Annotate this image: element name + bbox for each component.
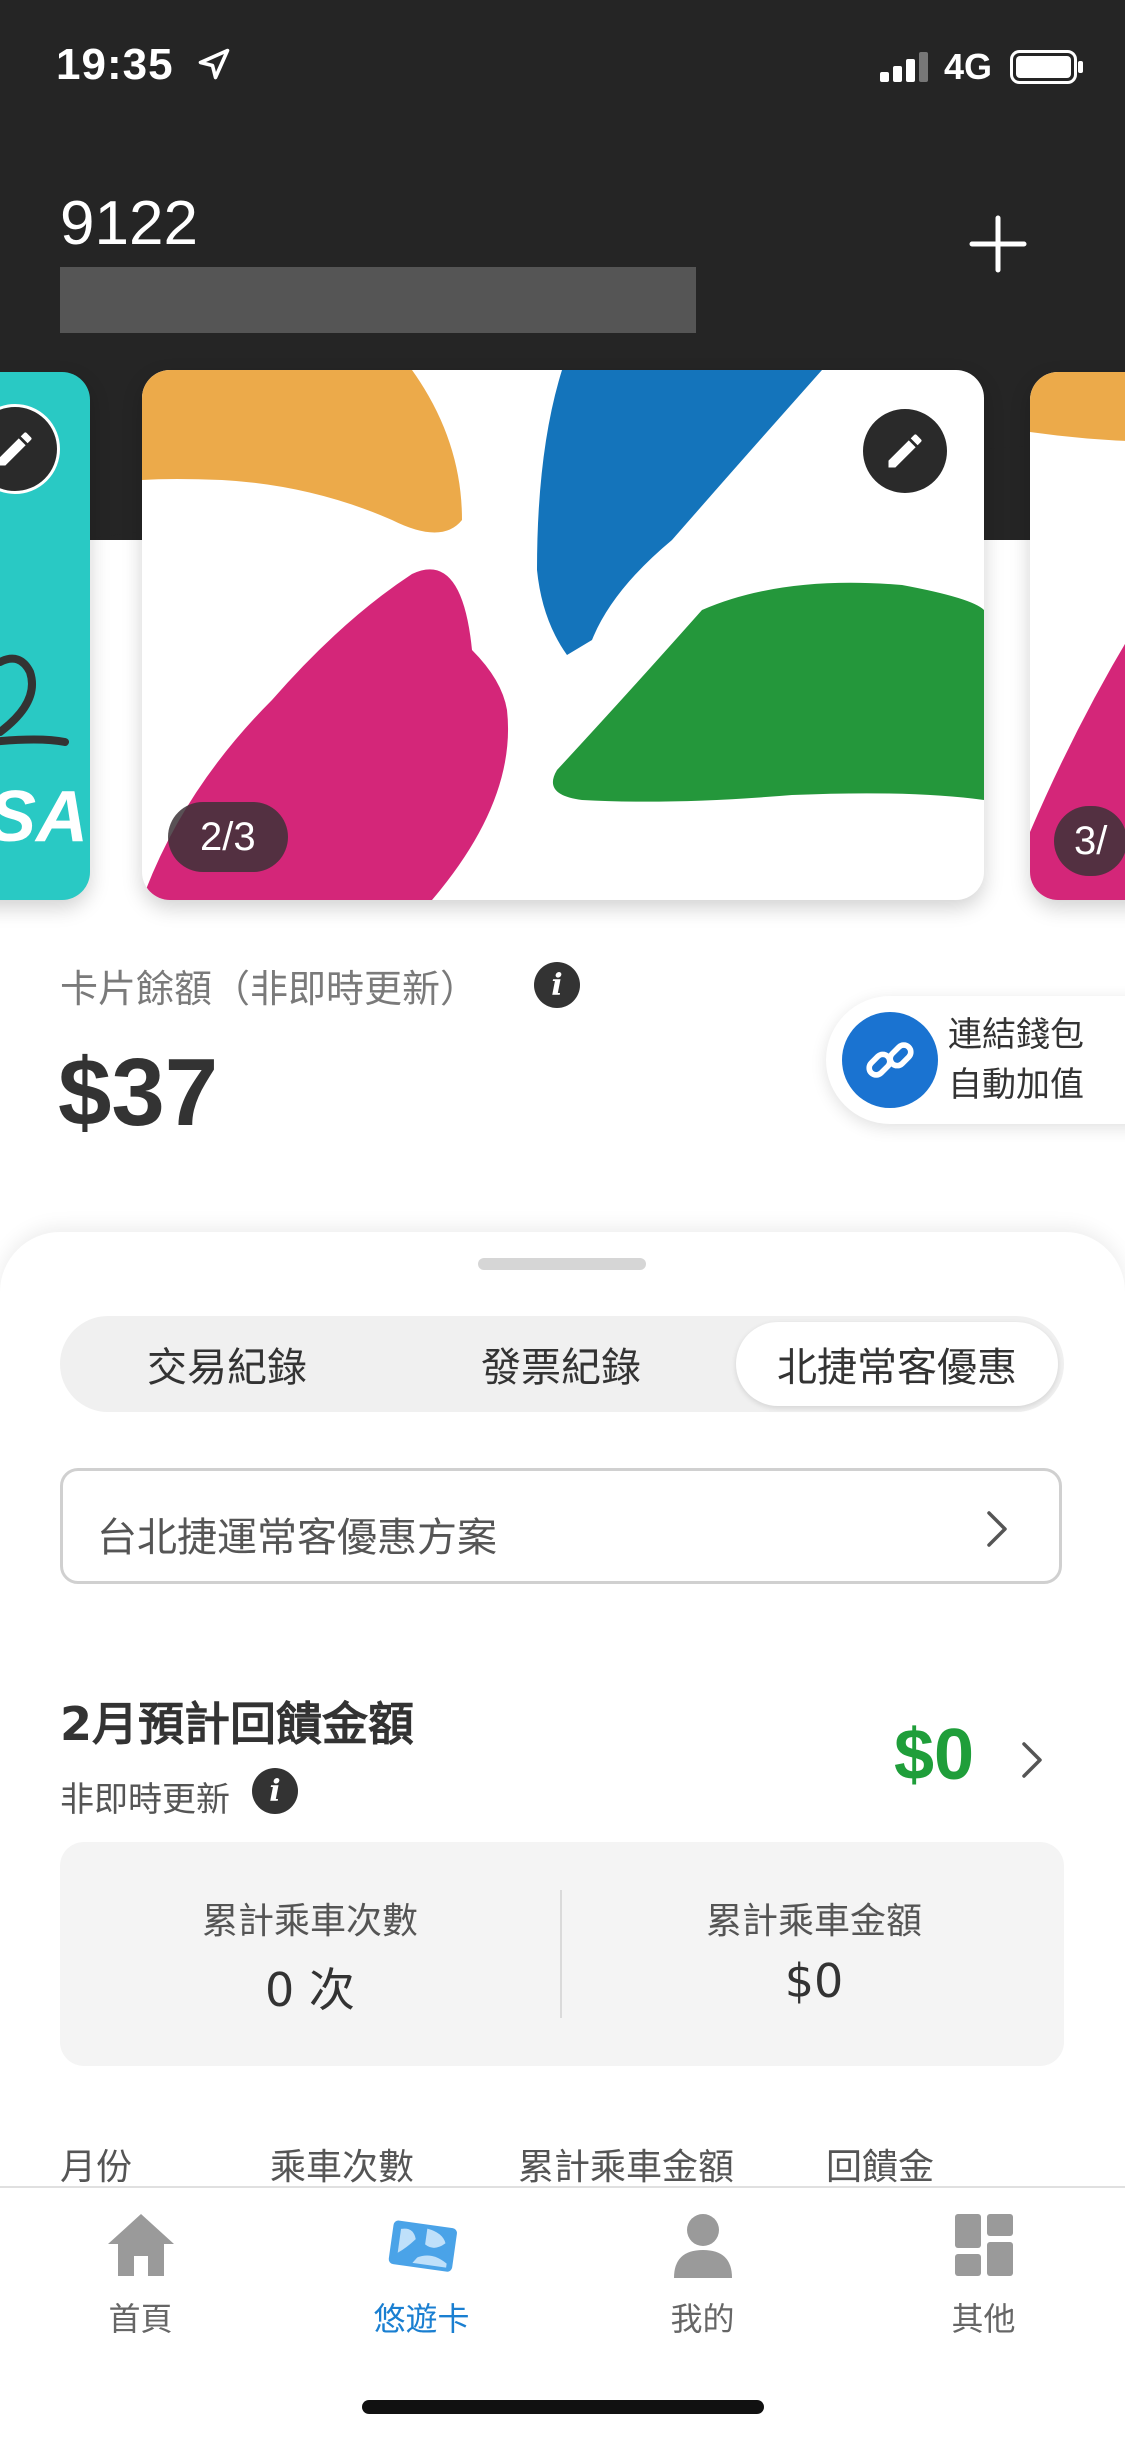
tab-transactions[interactable]: 交易紀錄 — [60, 1316, 394, 1412]
pencil-icon — [0, 432, 32, 466]
ride-amount-value: $0 — [784, 1954, 844, 2008]
col-header-rebate: 回饋金 — [826, 2147, 935, 2188]
status-time: 19:35 — [56, 40, 174, 89]
redacted-account-info — [60, 267, 696, 333]
tabbar-other-label: 其他 — [951, 2300, 1016, 2338]
stats-divider — [560, 1890, 562, 2018]
program-link-row[interactable]: 台北捷運常客優惠方案 — [60, 1468, 1062, 1584]
tabbar-home[interactable]: 首頁 — [0, 2188, 281, 2338]
signal-icon — [880, 52, 928, 82]
ride-count-label: 累計乘車次數 — [201, 1901, 418, 1942]
col-header-ride-amount: 累計乘車金額 — [518, 2147, 735, 2188]
info-icon[interactable]: i — [252, 1768, 298, 1814]
battery-icon — [1010, 50, 1083, 84]
link-icon — [842, 1012, 938, 1108]
card-next-page-indicator: 3/ — [1054, 806, 1125, 876]
link-wallet-line1: 連結錢包 — [948, 1015, 1084, 1055]
sheet-drag-handle[interactable] — [478, 1258, 646, 1270]
col-header-month: 月份 — [60, 2147, 133, 2188]
grid-icon — [955, 2214, 1013, 2276]
balance-value: $37 — [58, 1039, 219, 1146]
tabbar-home-label: 首頁 — [108, 2300, 173, 2338]
location-arrow-icon — [198, 48, 230, 80]
rebate-title: 2月預計回饋金額 — [60, 1697, 415, 1751]
program-label: 台北捷運常客優惠方案 — [97, 1515, 497, 1561]
home-indicator — [362, 2400, 764, 2414]
tabbar-other[interactable]: 其他 — [843, 2188, 1124, 2338]
network-type: 4G — [944, 46, 993, 87]
ride-count-value: 0 次 — [265, 1963, 355, 2017]
tabbar-card-label: 悠遊卡 — [373, 2300, 470, 2338]
tab-frequent-rider[interactable]: 北捷常客優惠 — [736, 1322, 1058, 1406]
chevron-right-icon — [987, 1511, 1007, 1547]
card-next[interactable]: 3/ — [1030, 372, 1125, 900]
home-icon — [108, 2214, 174, 2276]
col-header-ride-count: 乘車次數 — [270, 2147, 415, 2188]
card-page-indicator: 2/3 — [168, 802, 288, 872]
rebate-amount[interactable]: $0 — [894, 1714, 974, 1796]
edit-card-button[interactable] — [860, 406, 950, 496]
link-wallet-line2: 自動加值 — [948, 1065, 1084, 1105]
plus-icon[interactable] — [966, 212, 1030, 276]
ride-stats-box: 累計乘車次數 0 次 累計乘車金額 $0 — [60, 1842, 1064, 2066]
tab-invoices[interactable]: 發票紀錄 — [394, 1316, 728, 1412]
tabbar-card[interactable]: 悠遊卡 — [281, 2188, 562, 2338]
info-icon[interactable]: i — [534, 962, 580, 1008]
tabbar-profile[interactable]: 我的 — [562, 2188, 843, 2338]
link-wallet-button[interactable]: 連結錢包 自動加值 — [826, 996, 1125, 1124]
tabbar-profile-label: 我的 — [670, 2300, 735, 2338]
chevron-right-icon[interactable] — [1018, 1740, 1046, 1780]
person-icon — [674, 2214, 732, 2278]
segmented-tabs: 交易紀錄 發票紀錄 北捷常客優惠 — [60, 1316, 1064, 1412]
pencil-icon — [888, 434, 922, 468]
card-previous-text: SA — [0, 777, 89, 857]
card-current[interactable]: 2/3 — [142, 370, 984, 900]
ride-amount-label: 累計乘車金額 — [705, 1901, 922, 1942]
balance-label: 卡片餘額（非即時更新） — [60, 967, 479, 1011]
account-number: 9122 — [60, 189, 198, 258]
rebate-subtitle: 非即時更新 — [60, 1780, 230, 1820]
card-icon — [388, 2220, 457, 2272]
